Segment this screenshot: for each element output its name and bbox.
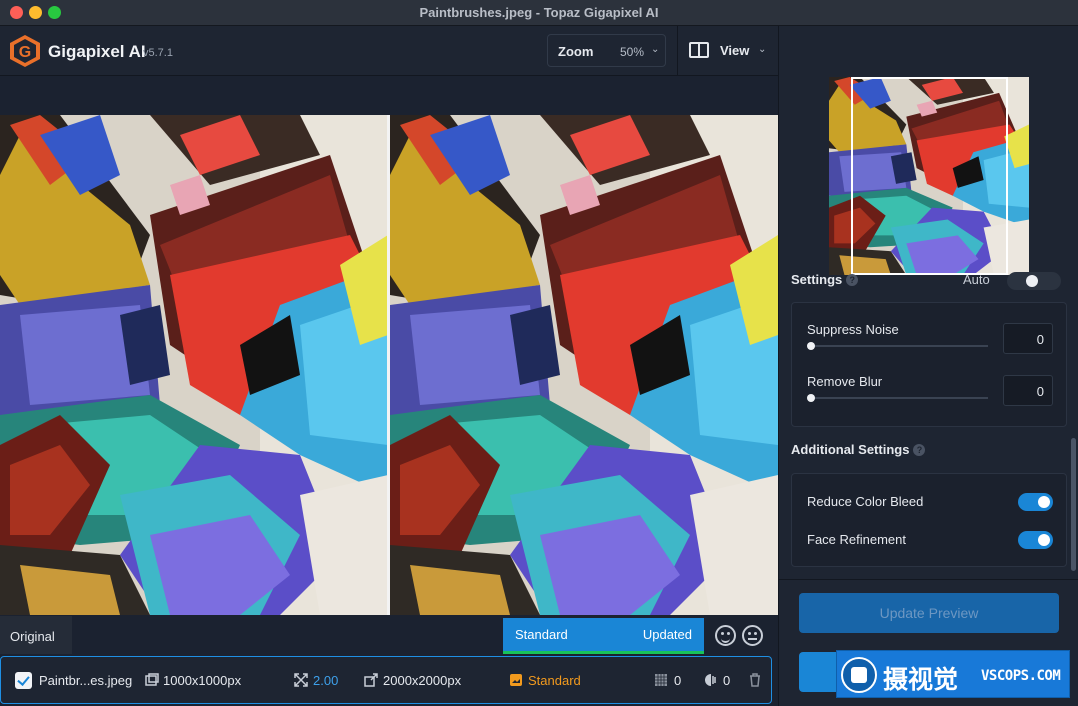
toolbar-divider bbox=[677, 26, 678, 76]
face-neutral-icon[interactable] bbox=[742, 625, 763, 646]
noise-count: 0 bbox=[674, 673, 682, 688]
auto-toggle[interactable] bbox=[1007, 272, 1061, 290]
help-icon[interactable]: ? bbox=[913, 444, 926, 456]
watermark-en: VSCOPS.COM bbox=[981, 668, 1061, 684]
face-refinement-label: Face Refinement bbox=[807, 532, 906, 547]
gigapixel-logo-icon: G bbox=[10, 35, 40, 67]
split-view-icon bbox=[689, 42, 709, 58]
reduce-color-bleed-label: Reduce Color Bleed bbox=[807, 494, 924, 509]
suppress-noise-slider[interactable] bbox=[807, 342, 988, 350]
window-title: Paintbrushes.jpeg - Topaz Gigapixel AI bbox=[419, 5, 659, 20]
original-preview-image[interactable] bbox=[0, 115, 387, 615]
blur-icon bbox=[705, 674, 716, 686]
model-name: Standard bbox=[515, 627, 568, 642]
app-version: v5.7.1 bbox=[143, 47, 173, 59]
output-size: 2000x2000px bbox=[383, 673, 462, 688]
panel-scrollbar[interactable] bbox=[1071, 438, 1076, 571]
output-size-icon bbox=[364, 673, 378, 687]
watermark-logo-icon bbox=[841, 657, 877, 693]
trash-icon[interactable] bbox=[748, 673, 762, 687]
update-preview-button[interactable]: Update Preview bbox=[799, 593, 1059, 633]
reduce-color-bleed-toggle[interactable] bbox=[1018, 493, 1053, 511]
suppress-noise-label: Suppress Noise bbox=[807, 322, 899, 337]
window-titlebar: Paintbrushes.jpeg - Topaz Gigapixel AI bbox=[0, 0, 1078, 26]
original-tab: Original bbox=[0, 616, 72, 654]
noise-icon bbox=[655, 674, 667, 686]
auto-label: Auto bbox=[963, 272, 990, 287]
zoom-value: 50% bbox=[620, 45, 645, 59]
app-name: Gigapixel AI bbox=[48, 42, 146, 61]
watermark-cn: 摄视觉 bbox=[883, 665, 959, 694]
view-dropdown[interactable]: View ⌄ bbox=[689, 40, 769, 62]
navigator-thumbnail[interactable] bbox=[829, 77, 1029, 275]
model-status-tab[interactable]: Standard Updated bbox=[503, 618, 704, 654]
slider-handle[interactable] bbox=[807, 394, 815, 402]
settings-panel: Settings? Auto Suppress Noise 0 Remove B… bbox=[778, 26, 1078, 706]
zoom-label: Zoom bbox=[558, 44, 594, 59]
file-select-checkbox[interactable] bbox=[15, 672, 32, 689]
original-label: Original bbox=[10, 629, 55, 644]
navigator-viewport-frame[interactable] bbox=[851, 77, 1008, 275]
file-row[interactable]: Paintbr...es.jpeg 1000x1000px 2.00 2000x… bbox=[0, 656, 772, 704]
remove-blur-input[interactable]: 0 bbox=[1003, 375, 1053, 406]
scale-value[interactable]: 2.00 bbox=[313, 673, 338, 688]
blur-count: 0 bbox=[723, 673, 731, 688]
remove-blur-slider[interactable] bbox=[807, 394, 988, 402]
chevron-down-icon: ⌄ bbox=[651, 44, 660, 55]
help-icon[interactable]: ? bbox=[846, 274, 859, 286]
preview-canvas[interactable] bbox=[0, 76, 778, 616]
watermark-badge: 摄视觉 VSCOPS.COM bbox=[836, 650, 1070, 698]
preview-status: Updated bbox=[642, 627, 692, 642]
model-image-icon bbox=[510, 674, 522, 686]
view-label: View bbox=[720, 43, 750, 58]
preview-label-bar: Original Standard Updated bbox=[0, 616, 778, 654]
scale-expand-icon bbox=[294, 673, 308, 687]
additional-settings-header: Additional Settings? bbox=[791, 442, 926, 457]
remove-blur-label: Remove Blur bbox=[807, 374, 883, 389]
panel-divider bbox=[779, 579, 1078, 580]
chevron-down-icon: ⌄ bbox=[758, 44, 767, 55]
settings-header: Settings? bbox=[791, 272, 859, 287]
zoom-dropdown[interactable]: Zoom 50% ⌄ bbox=[547, 34, 666, 67]
face-smile-icon[interactable] bbox=[715, 625, 736, 646]
app-header: G Gigapixel AI v5.7.1 Zoom 50% ⌄ View ⌄ bbox=[0, 26, 778, 76]
noise-blur-card: Suppress Noise 0 Remove Blur 0 bbox=[791, 302, 1067, 427]
file-name: Paintbr...es.jpeg bbox=[39, 673, 133, 688]
face-refinement-toggle[interactable] bbox=[1018, 531, 1053, 549]
slider-handle[interactable] bbox=[807, 342, 815, 350]
enhanced-preview-image[interactable] bbox=[390, 115, 778, 615]
svg-text:G: G bbox=[19, 44, 31, 61]
input-size: 1000x1000px bbox=[163, 673, 242, 688]
suppress-noise-input[interactable]: 0 bbox=[1003, 323, 1053, 354]
additional-settings-card: Reduce Color Bleed Face Refinement bbox=[791, 473, 1067, 567]
image-size-icon bbox=[145, 673, 159, 686]
model-type[interactable]: Standard bbox=[528, 673, 581, 688]
